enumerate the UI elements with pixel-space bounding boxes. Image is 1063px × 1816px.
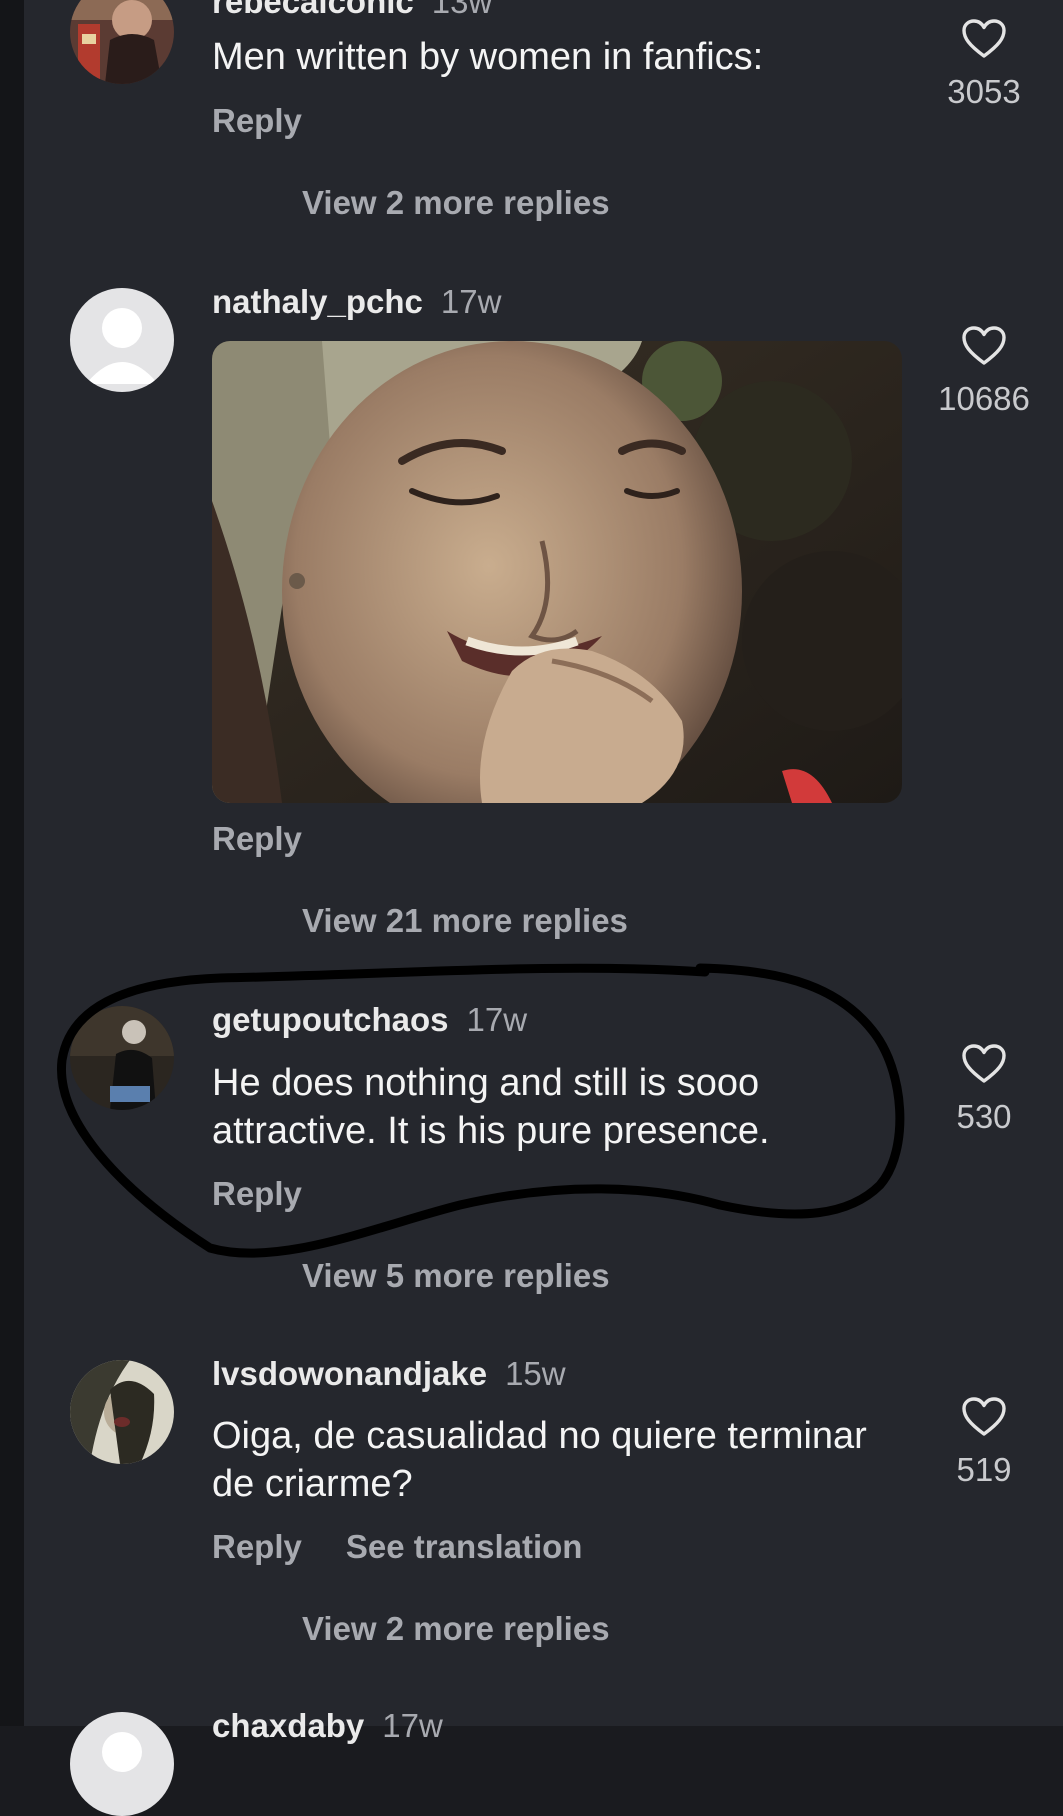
- comment-header: nathaly_pchc 17w: [212, 282, 501, 322]
- reply-button[interactable]: Reply: [212, 1175, 302, 1212]
- default-user-avatar-icon: [70, 288, 174, 392]
- comment-actions: Reply: [212, 101, 302, 141]
- comment-header: getupoutchaos 17w: [212, 1000, 527, 1040]
- like-control: 530: [922, 1043, 1046, 1137]
- reply-button[interactable]: Reply: [212, 102, 302, 139]
- comment-time: 15w: [505, 1355, 566, 1392]
- comment-text: Men written by women in fanfics:: [212, 36, 764, 78]
- user-photo-avatar-icon: [70, 1006, 174, 1110]
- username-link[interactable]: rebecalconic: [212, 0, 414, 20]
- username-link[interactable]: nathaly_pchc: [212, 283, 423, 320]
- comment-actions: Reply See translation: [212, 1527, 582, 1567]
- heart-icon[interactable]: [961, 1043, 1007, 1085]
- reply-button[interactable]: Reply: [212, 820, 302, 857]
- comment-header: chaxdaby 17w: [212, 1706, 443, 1746]
- username-link[interactable]: getupoutchaos: [212, 1001, 449, 1038]
- default-user-avatar-icon: [70, 1712, 174, 1816]
- like-count: 3053: [947, 73, 1021, 110]
- screen-edge: [0, 0, 24, 1726]
- like-control: 10686: [922, 325, 1046, 419]
- comment-actions: Reply: [212, 1174, 302, 1214]
- reply-button[interactable]: Reply: [212, 1528, 302, 1565]
- portrait-photo: [212, 341, 902, 803]
- comment-text: He does nothing and still is sooo attrac…: [212, 1062, 770, 1152]
- avatar[interactable]: [70, 1006, 174, 1110]
- heart-icon[interactable]: [961, 18, 1007, 60]
- like-control: 3053: [922, 18, 1046, 112]
- comment-header: lvsdowonandjake 15w: [212, 1354, 566, 1394]
- comment-actions: Reply: [212, 819, 302, 859]
- comment-header: rebecalconic 13w: [212, 0, 492, 22]
- heart-icon[interactable]: [961, 325, 1007, 367]
- comment-time: 17w: [466, 1001, 528, 1038]
- see-translation-button[interactable]: See translation: [346, 1528, 583, 1565]
- view-more-replies-link[interactable]: View 2 more replies: [302, 183, 610, 223]
- like-control: 519: [922, 1396, 1046, 1490]
- heart-icon[interactable]: [961, 1396, 1007, 1438]
- view-more-replies-link[interactable]: View 5 more replies: [302, 1256, 610, 1296]
- username-link[interactable]: lvsdowonandjake: [212, 1355, 487, 1392]
- comment-time: 17w: [440, 283, 502, 320]
- comment-image[interactable]: [212, 341, 902, 803]
- like-count: 10686: [938, 380, 1030, 417]
- avatar[interactable]: [70, 1360, 174, 1464]
- view-more-replies-link[interactable]: View 21 more replies: [302, 901, 628, 941]
- like-count: 530: [956, 1098, 1012, 1135]
- avatar[interactable]: [70, 1712, 174, 1816]
- view-more-replies-link[interactable]: View 2 more replies: [302, 1609, 610, 1649]
- avatar[interactable]: [70, 288, 174, 392]
- comment-time: 13w: [431, 0, 493, 20]
- user-photo-avatar-icon: [70, 1360, 174, 1464]
- comment-text: Oiga, de casualidad no quiere terminar d…: [212, 1415, 867, 1505]
- like-count: 519: [956, 1451, 1012, 1488]
